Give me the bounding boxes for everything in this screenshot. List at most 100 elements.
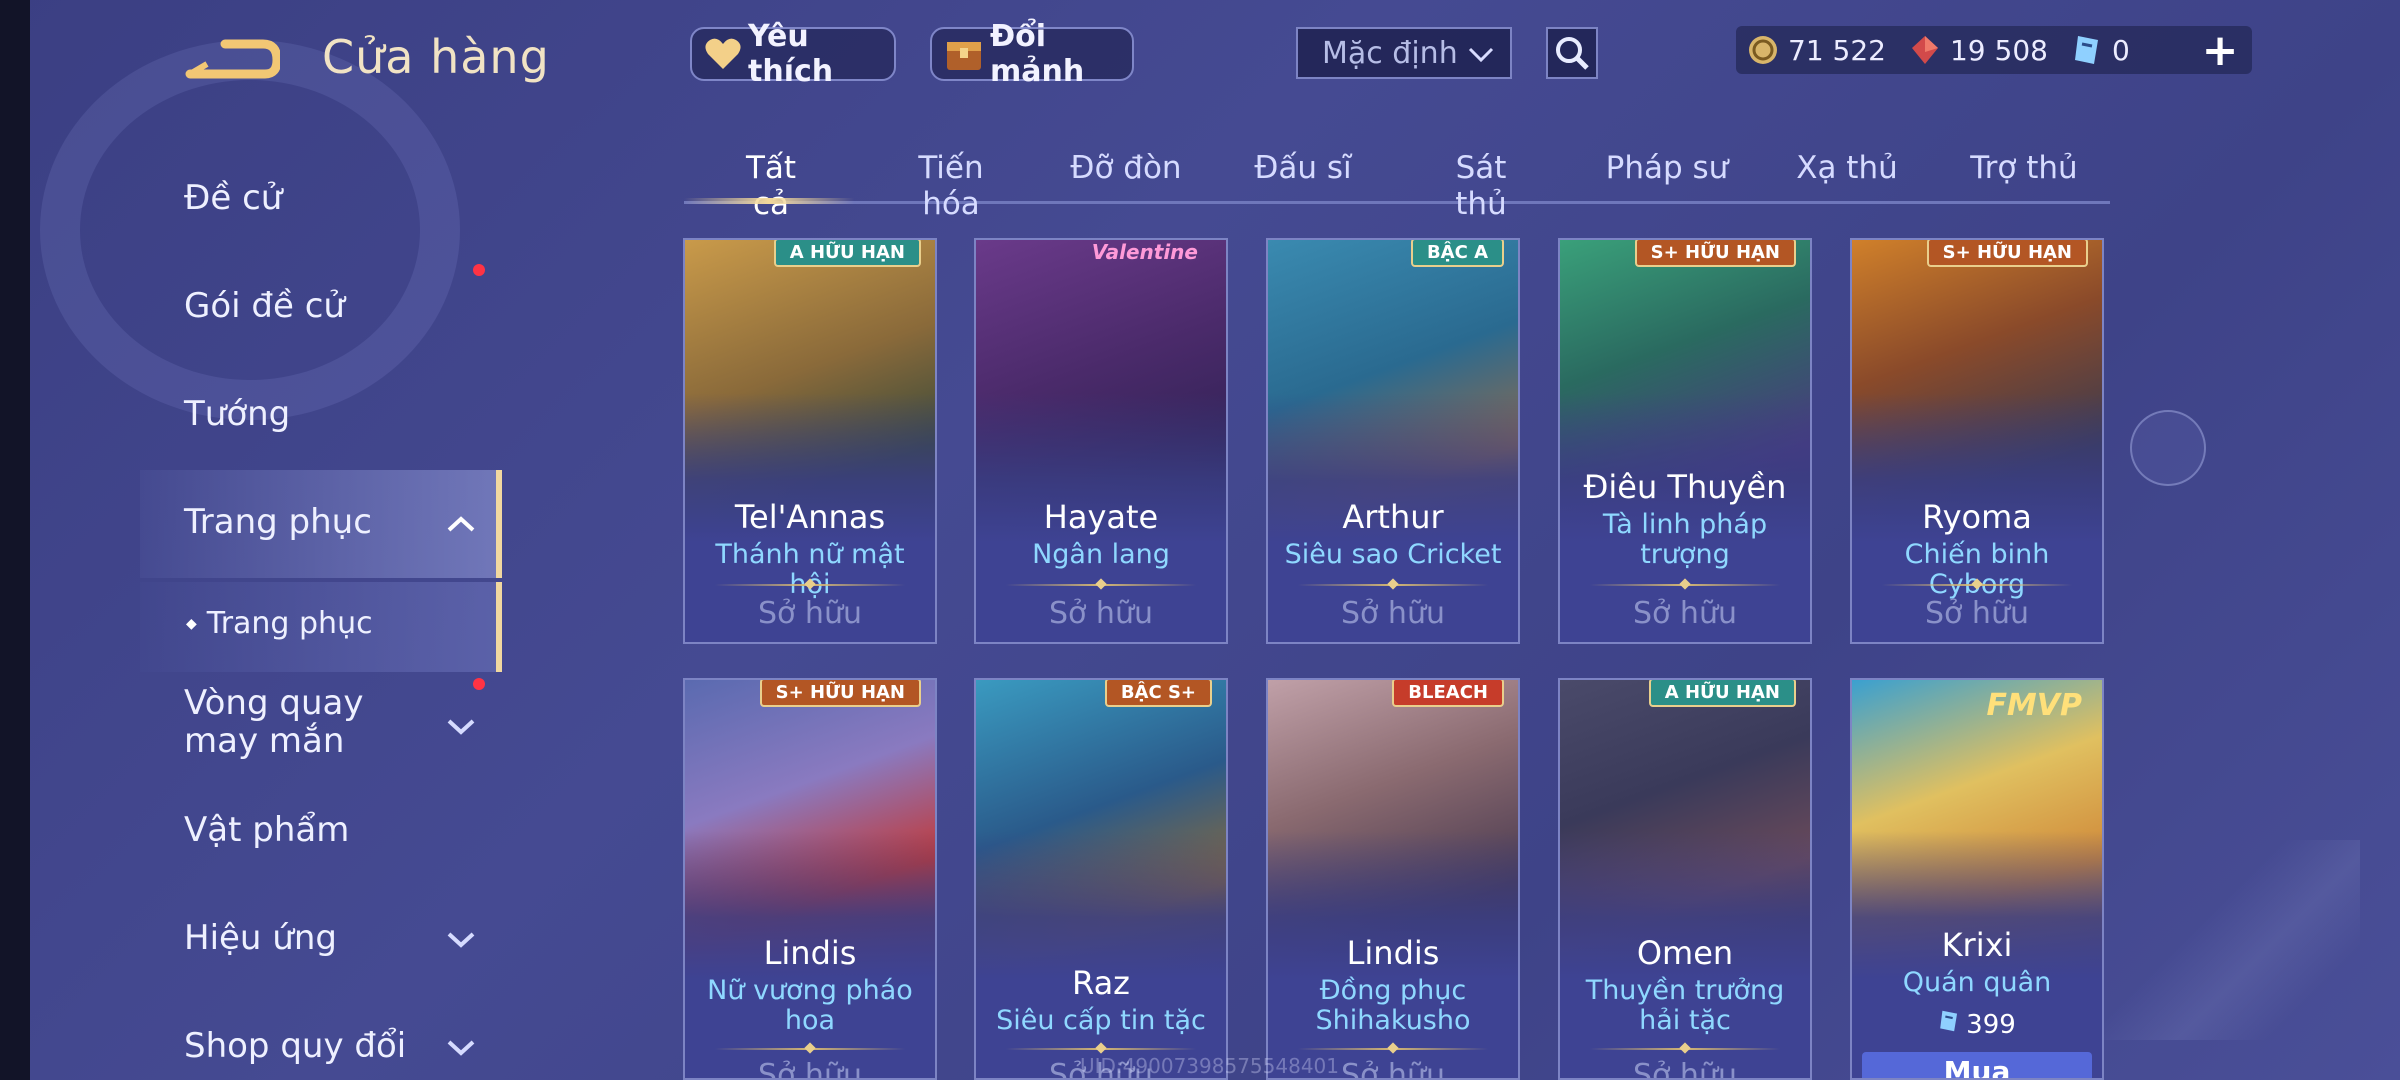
search-button[interactable] <box>1546 27 1598 79</box>
sort-dropdown[interactable]: Mặc định <box>1296 27 1512 79</box>
owned-status: Sở hữu <box>758 1058 862 1080</box>
tab-fighter[interactable]: Đấu sĩ <box>1248 150 1358 186</box>
fmvp-badge: FMVP <box>1986 688 2082 723</box>
skin-card[interactable]: A HỮU HẠN Tel'Annas Thánh nữ mật hội Sở … <box>683 238 937 644</box>
hero-name: Krixi <box>1941 926 2013 964</box>
buy-button[interactable]: Mua <box>1862 1052 2092 1078</box>
chevron-down-icon <box>446 1026 476 1066</box>
skin-card[interactable]: S+ HỮU HẠN Điêu Thuyền Tà linh pháp trượ… <box>1558 238 1812 644</box>
skin-name: Nữ vương pháo hoa <box>707 975 913 1036</box>
sidebar-item-effects[interactable]: Hiệu ứng <box>184 918 475 958</box>
skin-card[interactable]: S+ HỮU HẠN Lindis Nữ vương pháo hoa Sở h… <box>683 678 937 1080</box>
search-icon <box>1556 37 1589 70</box>
card-divider <box>1298 1048 1488 1050</box>
gold-amount: 71 522 <box>1788 33 1886 67</box>
sidebar-item-label: Vòng quay may mắn <box>184 683 364 761</box>
hero-name: Omen <box>1636 934 1734 972</box>
back-arrow-icon <box>185 39 282 79</box>
plus-icon: + <box>2201 24 2239 76</box>
skin-name: Thuyền trưởng hải tặc <box>1585 975 1785 1036</box>
hero-name: Raz <box>1072 964 1130 1002</box>
skin-name: Siêu sao Cricket <box>1284 539 1502 570</box>
sidebar-item-label: Trang phục <box>184 502 372 542</box>
hero-name: Tel'Annas <box>734 498 886 536</box>
sidebar-item-items[interactable]: Vật phẩm <box>184 810 349 850</box>
sidebar-item-exchange-shop[interactable]: Shop quy đổi <box>184 1026 475 1066</box>
skin-card[interactable]: FMVP Krixi Quán quân 399 Mua <box>1850 678 2104 1080</box>
notification-dot <box>473 678 485 690</box>
sidebar-item-lucky-spin[interactable]: Vòng quay may mắn <box>184 684 484 760</box>
collab-badge: BLEACH <box>1392 680 1504 707</box>
screen-edge <box>0 0 30 1080</box>
chevron-up-icon <box>446 502 476 542</box>
skin-name: Siêu cấp tin tặc <box>996 1005 1206 1036</box>
tab-assassin[interactable]: Sát thủ <box>1426 150 1536 222</box>
page-title: Cửa hàng <box>322 30 550 84</box>
skin-card[interactable]: A HỮU HẠN Omen Thuyền trưởng hải tặc Sở … <box>1558 678 1812 1080</box>
sidebar-item-label: Tướng <box>184 394 291 434</box>
event-badge: Valentine <box>1091 240 1198 264</box>
chevron-down-icon <box>1468 36 1494 71</box>
owned-status: Sở hữu <box>1341 596 1445 631</box>
rank-badge: BẬC A <box>1410 240 1504 267</box>
skin-price: 399 <box>1852 1008 2102 1041</box>
card-divider <box>1590 584 1780 586</box>
sidebar-item-label: Đề cử <box>184 178 283 218</box>
owned-status: Sở hữu <box>758 596 862 631</box>
skin-card[interactable]: BẬC S+ Raz Siêu cấp tin tặc Sở hữu <box>974 678 1228 1080</box>
hero-name: Lindis <box>763 934 857 972</box>
red-gem-icon <box>1908 33 1942 67</box>
gem-amount: 19 508 <box>1949 33 2048 67</box>
rank-badge: A HỮU HẠN <box>773 240 921 267</box>
owned-status: Sở hữu <box>1049 596 1153 631</box>
sidebar-subitem-skins[interactable]: ◆ Trang phục <box>186 606 373 641</box>
back-button[interactable] <box>185 34 282 86</box>
skin-card[interactable]: BẬC A Arthur Siêu sao Cricket Sở hữu <box>1266 238 1520 644</box>
owned-status: Sở hữu <box>1925 596 2029 631</box>
owned-status: Sở hữu <box>1633 596 1737 631</box>
rank-badge: S+ HỮU HẠN <box>759 680 921 707</box>
skin-name: Tà linh pháp trượng <box>1602 509 1768 570</box>
hero-name: Hayate <box>1043 498 1159 536</box>
skin-name: Chiến binh Cyborg <box>1904 539 2050 600</box>
card-divider <box>1298 584 1488 586</box>
sidebar-item-bundles[interactable]: Gói đề cử <box>184 286 345 326</box>
floating-assist-button[interactable] <box>2130 410 2206 486</box>
skin-name: Thánh nữ mật hội <box>715 539 905 600</box>
sidebar-item-label: Shop quy đổi <box>184 1026 407 1066</box>
sidebar-item-recommended[interactable]: Đề cử <box>184 178 282 218</box>
voucher-balance: 0 <box>2070 33 2130 67</box>
active-tab-indicator <box>684 198 854 204</box>
skin-card[interactable]: Valentine Hayate Ngân lang Sở hữu <box>974 238 1228 644</box>
hero-name: Lindis <box>1346 934 1440 972</box>
hero-name: Điêu Thuyền <box>1583 468 1787 506</box>
notification-dot <box>473 264 485 276</box>
background-decoration <box>40 40 460 420</box>
tab-support[interactable]: Trợ thủ <box>1964 150 2084 186</box>
card-divider <box>715 584 905 586</box>
favorites-button[interactable]: Yêu thích <box>690 19 896 89</box>
tab-evolution[interactable]: Tiến hóa <box>886 150 1016 222</box>
skin-card[interactable]: S+ HỮU HẠN Ryoma Chiến binh Cyborg Sở hữ… <box>1850 238 2104 644</box>
heart-icon <box>704 34 742 74</box>
sort-value: Mặc định <box>1322 35 1458 71</box>
sidebar-item-heroes[interactable]: Tướng <box>184 394 290 434</box>
tab-tank[interactable]: Đỡ đòn <box>1066 150 1186 186</box>
fragments-label: Đổi mảnh <box>990 19 1085 89</box>
tab-mage[interactable]: Pháp sư <box>1602 150 1732 186</box>
sidebar-item-skins[interactable]: Trang phục <box>184 502 475 542</box>
chevron-down-icon <box>446 918 476 958</box>
voucher-icon <box>2070 33 2104 67</box>
gold-coin-icon <box>1746 33 1780 67</box>
hero-name: Arthur <box>1342 498 1444 536</box>
rank-badge: S+ HỮU HẠN <box>1634 240 1796 267</box>
skin-card[interactable]: BLEACH Lindis Đồng phục Shihakusho Sở hữ… <box>1266 678 1520 1080</box>
add-currency-button[interactable]: + <box>2196 24 2244 76</box>
tab-all[interactable]: Tất cả <box>726 150 816 222</box>
tab-marksman[interactable]: Xạ thủ <box>1792 150 1902 186</box>
uid-watermark: UID:49007398575548401 <box>1080 1054 1339 1078</box>
sidebar-subitem-label: Trang phục <box>206 606 373 641</box>
fragment-exchange-button[interactable]: Đổi mảnh <box>930 19 1134 89</box>
voucher-amount: 0 <box>2111 33 2130 67</box>
rank-badge: S+ HỮU HẠN <box>1926 240 2088 267</box>
